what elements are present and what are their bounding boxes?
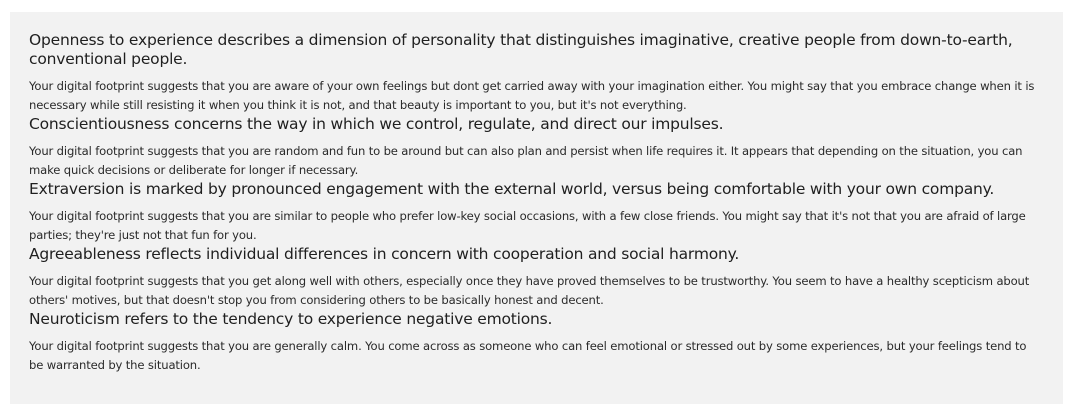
trait-heading: Agreeableness reflects individual differ… [29,245,740,263]
trait-description: Your digital footprint suggests that you… [29,209,1026,242]
trait-heading: Conscientiousness concerns the way in wh… [29,115,724,133]
trait-agreeableness: Agreeableness reflects individual differ… [29,245,1043,310]
personality-report-panel: Openness to experience describes a dimen… [10,12,1063,404]
trait-openness: Openness to experience describes a dimen… [29,31,1043,115]
trait-description: Your digital footprint suggests that you… [29,274,1030,307]
trait-neuroticism: Neuroticism refers to the tendency to ex… [29,310,1043,375]
trait-heading: Extraversion is marked by pronounced eng… [29,180,995,198]
trait-description: Your digital footprint suggests that you… [29,144,1023,177]
trait-description: Your digital footprint suggests that you… [29,339,1027,372]
trait-heading: Neuroticism refers to the tendency to ex… [29,310,553,328]
trait-heading: Openness to experience describes a dimen… [29,31,1013,68]
trait-extraversion: Extraversion is marked by pronounced eng… [29,180,1043,245]
trait-description: Your digital footprint suggests that you… [29,79,1035,112]
trait-conscientiousness: Conscientiousness concerns the way in wh… [29,115,1043,180]
